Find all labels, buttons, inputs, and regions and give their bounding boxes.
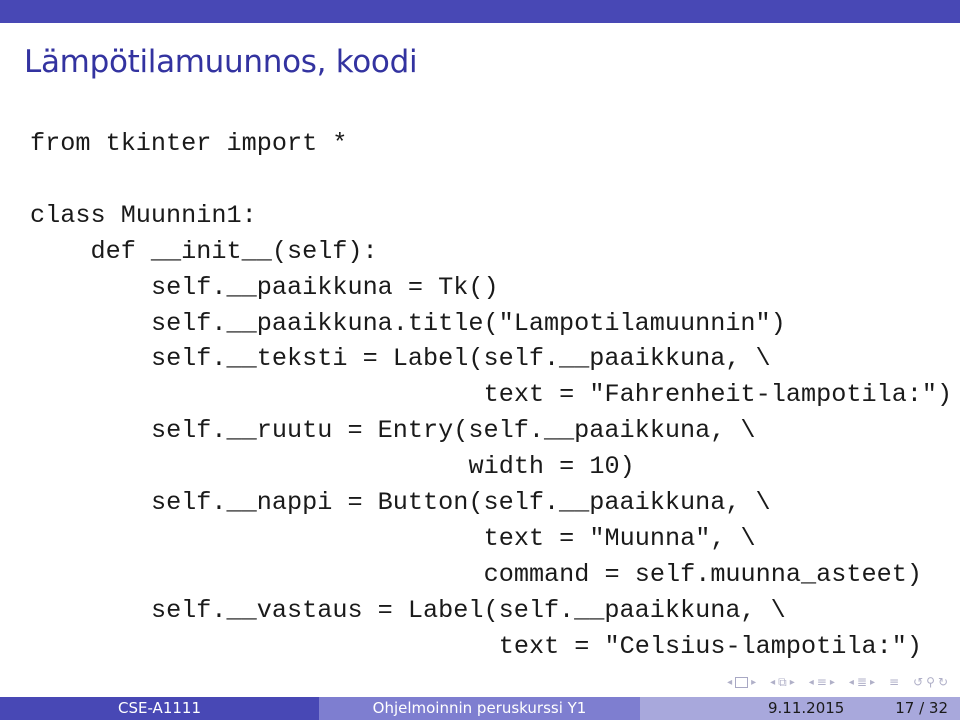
- slide-title: Lämpötilamuunnos, koodi: [24, 44, 418, 80]
- code-line: self.__paaikkuna = Tk(): [150, 272, 499, 302]
- code-line: class Muunnin1:: [30, 200, 257, 230]
- header-bar: [0, 0, 960, 23]
- footer-bar: CSE-A1111 Ohjelmoinnin peruskurssi Y1 9.…: [0, 697, 960, 720]
- arrow-right-icon: ▸: [869, 676, 876, 688]
- code-line: command = self.muunna_asteet): [483, 559, 922, 589]
- arrow-left-icon: ◂: [848, 676, 854, 688]
- code-line: text = "Celsius-lampotila:"): [498, 631, 922, 661]
- align-icon: ≡: [889, 675, 900, 689]
- code-line: text = "Muunna", \: [483, 523, 756, 553]
- arrow-left-icon: ◂: [808, 676, 814, 688]
- code-line: self.__teksti = Label(self.__paaikkuna, …: [150, 344, 771, 374]
- nav-search-button[interactable]: ↺ ⚲ ↻: [913, 675, 948, 689]
- code-line: self.__vastaus = Label(self.__paaikkuna,…: [150, 595, 786, 625]
- code-line: self.__ruutu = Entry(self.__paaikkuna, \: [150, 416, 756, 446]
- code-line: from tkinter import *: [30, 129, 348, 158]
- footer-course-title: Ohjelmoinnin peruskurssi Y1: [319, 697, 640, 720]
- footer-course: CSE-A1111: [0, 697, 319, 720]
- code-line: width = 10): [468, 452, 635, 482]
- footer-info: 9.11.2015 17 / 32: [640, 697, 960, 720]
- arrow-left-icon: ◂: [727, 676, 733, 688]
- nav-section-button[interactable]: ◂ ≡ ▸: [809, 675, 835, 689]
- nav-subsection-button[interactable]: ◂ ⧉ ▸: [770, 675, 795, 690]
- arrow-right-icon: ▸: [789, 676, 795, 688]
- footer-date: 9.11.2015: [768, 699, 845, 717]
- arrow-left-icon: ◂: [770, 676, 776, 688]
- search-icon: ⚲: [926, 675, 935, 689]
- nav-align-button[interactable]: ≡: [889, 675, 899, 689]
- nav-presentation-button[interactable]: ◂ ≣ ▸: [849, 675, 875, 689]
- code-line: def __init__(self):: [90, 236, 378, 266]
- code-line: self.__nappi = Button(self.__paaikkuna, …: [150, 488, 771, 517]
- navigation-controls: ◂ ▸ ◂ ⧉ ▸ ◂ ≡ ▸ ◂ ≣ ▸ ≡ ↺ ⚲ ↻: [727, 672, 948, 692]
- presentation-icon: ≣: [856, 675, 867, 689]
- arrow-right-icon: ▸: [829, 676, 835, 688]
- code-line: text = "Fahrenheit-lampotila:"): [483, 380, 953, 410]
- footer-page-number: 17 / 32: [895, 699, 948, 717]
- redo-icon: ↻: [937, 675, 948, 689]
- arrow-right-icon: ▸: [751, 676, 757, 688]
- code-line: self.__paaikkuna.title("Lampotilamuunnin…: [150, 308, 786, 338]
- frame-icon: [735, 676, 749, 688]
- nav-frame-button[interactable]: ◂ ▸: [727, 676, 757, 688]
- subsection-icon: ⧉: [778, 674, 787, 689]
- undo-icon: ↺: [913, 675, 924, 689]
- section-icon: ≡: [816, 675, 827, 689]
